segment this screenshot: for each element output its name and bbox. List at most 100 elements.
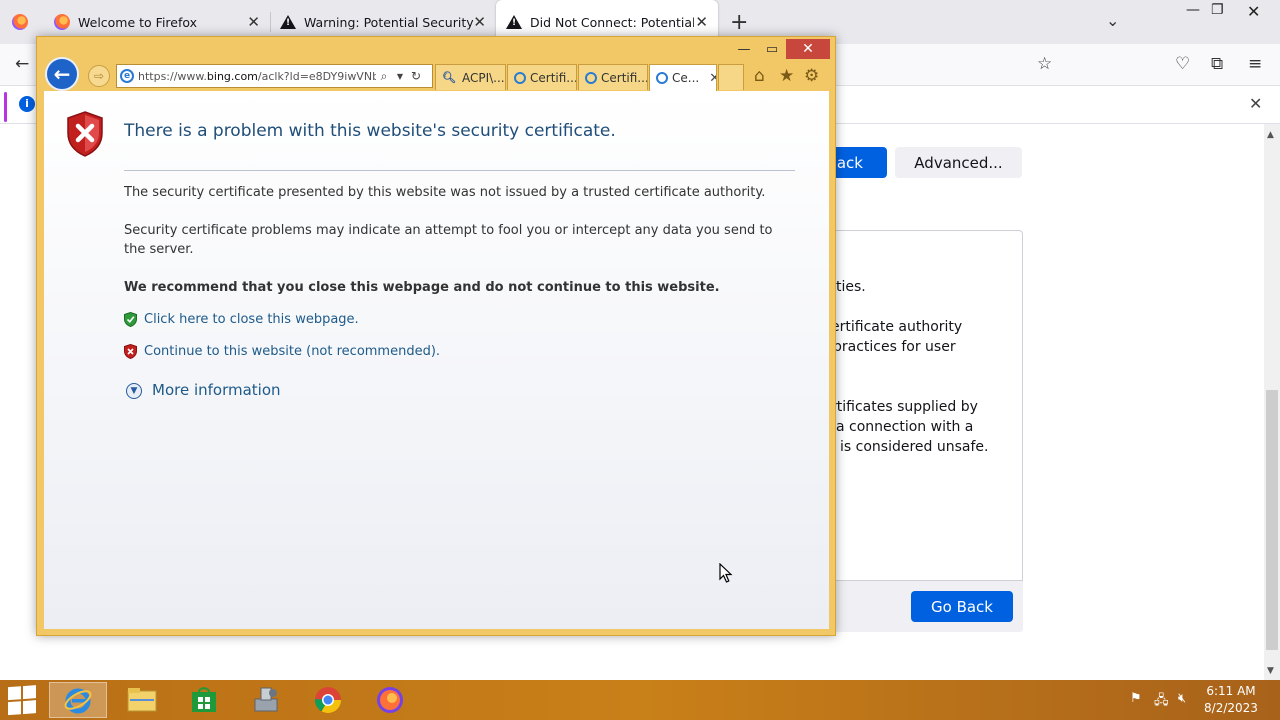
- favorites-star-icon[interactable]: ★: [779, 66, 794, 86]
- search-icon: 🔍︎: [442, 71, 456, 84]
- windows-start-icon[interactable]: [8, 685, 40, 716]
- network-icon[interactable]: 🖧︎: [1154, 691, 1169, 713]
- ie-page-icon: e: [120, 69, 134, 83]
- action-center-flag-icon[interactable]: ⚑: [1130, 691, 1142, 706]
- scrollbar-thumb[interactable]: [1266, 390, 1278, 650]
- recommendation-text: We recommend that you close this webpage…: [124, 280, 720, 295]
- close-tab-icon[interactable]: ✕: [247, 13, 260, 31]
- more-information-link[interactable]: More information: [152, 381, 281, 399]
- taskbar-store[interactable]: [175, 682, 233, 718]
- folder-icon: [127, 688, 157, 712]
- chevron-down-icon[interactable]: ⌄: [1106, 11, 1119, 30]
- close-tab-icon[interactable]: ✕: [709, 71, 716, 86]
- chevron-down-icon[interactable]: ▼: [126, 383, 142, 399]
- address-bar[interactable]: e https://www.bing.com/aclk?ld=e8DY9iwVN…: [116, 64, 433, 88]
- ie-page-icon: [656, 72, 668, 84]
- system-clock[interactable]: 6:11 AM 8/2/2023: [1196, 683, 1266, 717]
- hamburger-menu-icon[interactable]: ≡: [1248, 54, 1262, 74]
- ie-tab-certificate-active[interactable]: Ce... ✕: [649, 64, 717, 91]
- close-window-icon[interactable]: ✕: [1247, 2, 1260, 21]
- tab-title: Welcome to Firefox: [78, 14, 198, 30]
- ie-page-icon: [585, 71, 597, 84]
- ie-tab-certificate-2[interactable]: Certifi...: [578, 64, 648, 90]
- ie-tab-certificate-1[interactable]: Certifi...: [507, 64, 577, 90]
- error-description: The security certificate presented by th…: [124, 185, 766, 200]
- bookmark-star-icon[interactable]: ☆: [1037, 54, 1052, 74]
- firefox-favicon-icon: [54, 14, 70, 30]
- ff-panel-text: rtificates supplied by: [831, 399, 978, 415]
- mouse-cursor-icon: [719, 563, 733, 583]
- pocket-icon[interactable]: ♡: [1175, 54, 1190, 74]
- tab-title: Did Not Connect: Potential Security Issu…: [530, 14, 694, 30]
- chevron-down-icon[interactable]: ▼: [392, 72, 408, 81]
- ff-go-back-button[interactable]: Go Back: [911, 591, 1013, 622]
- minimize-icon[interactable]: —: [1186, 2, 1200, 18]
- ff-advanced-button[interactable]: Advanced...: [895, 147, 1022, 178]
- error-explanation: Security certificate problems may indica…: [124, 223, 773, 257]
- store-icon: [192, 687, 216, 712]
- search-icon[interactable]: ⌕: [376, 69, 392, 84]
- chrome-icon: [314, 687, 342, 714]
- ie-tab-acpi[interactable]: 🔍︎ ACPI\...: [435, 64, 506, 90]
- tab-label: Certifi...: [601, 70, 648, 85]
- ff-panel-text: a connection with a: [836, 419, 974, 435]
- address-url[interactable]: https://www.bing.com/aclk?ld=e8DY9iwVNb: [138, 70, 376, 83]
- back-arrow-icon[interactable]: ←: [45, 57, 79, 91]
- tab-label: ACPI\...: [461, 70, 505, 85]
- warning-icon: [506, 15, 522, 29]
- new-tab-icon[interactable]: +: [730, 10, 748, 35]
- close-notification-icon[interactable]: ✕: [1249, 94, 1262, 113]
- scroll-up-icon[interactable]: ▲: [1267, 130, 1274, 140]
- ff-advanced-button-label: Advanced...: [914, 153, 1003, 172]
- refresh-icon[interactable]: ↻: [408, 69, 424, 83]
- ff-panel-text: practices for user: [833, 339, 956, 355]
- close-window-icon[interactable]: ✕: [786, 39, 830, 59]
- tab-label: Ce...: [672, 71, 700, 85]
- clock-date: 8/2/2023: [1204, 701, 1258, 715]
- restore-icon[interactable]: ❐: [1211, 2, 1224, 18]
- ie-new-tab[interactable]: [718, 64, 744, 90]
- maximize-icon[interactable]: ▭: [761, 39, 783, 59]
- close-webpage-link[interactable]: Click here to close this webpage.: [144, 312, 359, 327]
- continue-website-link[interactable]: Continue to this website (not recommende…: [144, 344, 440, 359]
- gear-icon[interactable]: ⚙: [804, 66, 819, 86]
- ff-go-back-label: Go Back: [931, 597, 993, 616]
- warning-icon: [280, 15, 296, 29]
- notification-accent: [4, 92, 7, 122]
- extensions-icon[interactable]: ⧉: [1211, 54, 1223, 74]
- shield-check-icon: [124, 312, 137, 327]
- forward-arrow-icon[interactable]: ⇨: [88, 65, 110, 87]
- taskbar-file-explorer[interactable]: [113, 682, 171, 718]
- clock-time: 6:11 AM: [1206, 684, 1256, 698]
- taskbar-internet-explorer[interactable]: [49, 682, 107, 718]
- close-tab-icon[interactable]: ✕: [695, 13, 708, 31]
- firefox-icon: [377, 687, 403, 713]
- ie-window: — ▭ ✕ ← ⇨ e https://www.bing.com/aclk?ld…: [36, 36, 836, 636]
- ff-panel-text: ties.: [836, 279, 866, 295]
- shield-error-icon: [124, 344, 137, 359]
- close-tab-icon[interactable]: ✕: [473, 13, 486, 31]
- internet-explorer-icon: [64, 688, 92, 714]
- ff-panel-text: is considered unsafe.: [840, 439, 989, 455]
- taskbar-firefox[interactable]: [361, 682, 419, 718]
- divider: [124, 170, 795, 171]
- shield-error-icon: [67, 111, 103, 157]
- scroll-down-icon[interactable]: ▼: [1267, 666, 1274, 676]
- back-arrow-icon[interactable]: ←: [15, 54, 29, 74]
- minimize-icon[interactable]: —: [735, 39, 753, 59]
- tab-label: Certifi...: [530, 70, 577, 85]
- ie-page-content: There is a problem with this website's s…: [44, 91, 829, 629]
- tab-title: Warning: Potential Security Risk: [304, 14, 474, 30]
- vertical-scrollbar[interactable]: ▲ ▼: [1264, 124, 1280, 680]
- ff-panel-text: ertificate authority: [831, 319, 963, 335]
- ie-page-icon: [514, 71, 526, 84]
- info-icon: i: [19, 96, 35, 112]
- firefox-menu-icon[interactable]: [12, 14, 28, 30]
- taskbar-chrome[interactable]: [299, 682, 357, 718]
- windows-taskbar: ⚑ 🖧︎ 🔇︎ 6:11 AM 8/2/2023: [0, 680, 1280, 720]
- taskbar-device-manager[interactable]: [237, 682, 295, 718]
- device-manager-icon: [254, 687, 278, 712]
- volume-muted-icon[interactable]: 🔇︎: [1178, 691, 1186, 706]
- page-title: There is a problem with this website's s…: [124, 121, 616, 141]
- home-icon[interactable]: ⌂: [754, 66, 765, 86]
